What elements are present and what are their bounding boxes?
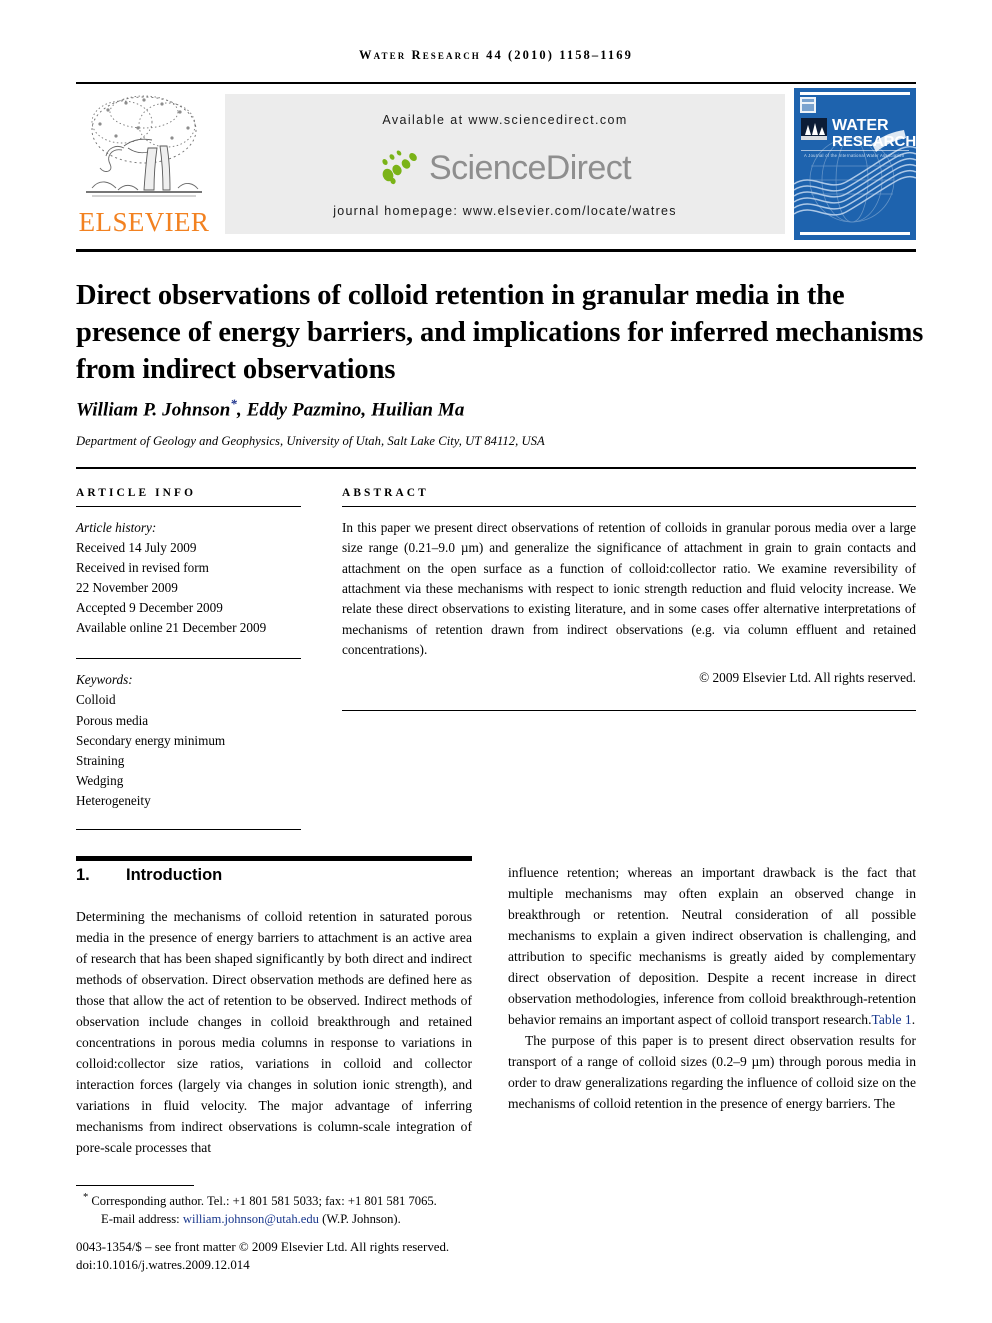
keyword-item: Wedging [76, 772, 124, 788]
journal-article-page: Water Research 44 (2010) 1158–1169 ELSEV… [0, 0, 992, 1323]
svg-text:A Journal of the International: A Journal of the International Water Ass… [804, 153, 905, 158]
section-heading-bar [76, 856, 472, 861]
header-rule [76, 82, 916, 84]
corresponding-author-note: * Corresponding author. Tel.: +1 801 581… [76, 1190, 506, 1210]
body-column-right: influence retention; whereas an importan… [508, 862, 916, 1114]
abstract-bottom-rule [342, 710, 916, 712]
sciencedirect-logo: ScienceDirect [225, 142, 785, 194]
section-title: Introduction [126, 866, 223, 884]
sciencedirect-wordmark: ScienceDirect [429, 149, 632, 187]
paragraph-text: influence retention; whereas an importan… [508, 865, 916, 1027]
abstract-heading: Abstract [342, 487, 429, 499]
article-history: Article history: Received 14 July 2009 R… [76, 518, 301, 638]
abstract-column: Abstract In this paper we present direct… [342, 487, 916, 712]
section-heading: 1. Introduction [76, 866, 476, 885]
sciencedirect-leaves-icon [382, 150, 417, 185]
keywords-block: Keywords: Colloid Porous media Secondary… [76, 658, 301, 810]
page-title: Direct observations of colloid retention… [76, 280, 924, 386]
affiliation: Department of Geology and Geophysics, Un… [76, 434, 545, 448]
svg-text:RESEARCH: RESEARCH [832, 133, 916, 150]
doi-line: doi:10.1016/j.watres.2009.12.014 [76, 1258, 250, 1273]
corresponding-author-marker: * [230, 396, 237, 411]
paragraph-text-tail: . [911, 1012, 916, 1027]
article-info-rule [76, 506, 301, 507]
author-others: , Eddy Pazmino, Huilian Ma [237, 399, 465, 421]
info-separator-rule [76, 467, 916, 469]
journal-homepage-text: journal homepage: www.elsevier.com/locat… [333, 204, 677, 218]
keywords-rule [76, 658, 301, 660]
keyword-item: Heterogeneity [76, 792, 151, 808]
svg-text:WATER: WATER [832, 117, 889, 134]
elsevier-logo: ELSEVIER [76, 90, 212, 238]
available-at-text: Available at www.sciencedirect.com [382, 113, 628, 127]
keyword-item: Secondary energy minimum [76, 732, 226, 748]
keywords-label: Keywords: [76, 672, 133, 688]
keyword-item: Porous media [76, 712, 149, 728]
elsevier-tree-icon [86, 95, 202, 197]
paragraph: Determining the mechanisms of colloid re… [76, 909, 472, 1155]
abstract-copyright: © 2009 Elsevier Ltd. All rights reserved… [699, 670, 916, 686]
article-history-label: Article history: [76, 520, 157, 535]
water-research-cover-art: WATER RESEARCH A Journal of the Internat… [794, 88, 916, 240]
history-item: Received in revised form [76, 560, 209, 576]
author-primary: William P. Johnson [76, 399, 231, 421]
abstract-text: In this paper we present direct observat… [342, 520, 916, 658]
body-column-left: Determining the mechanisms of colloid re… [76, 906, 472, 1158]
footnote-marker: * [83, 1192, 89, 1203]
paragraph: The purpose of this paper is to present … [508, 1033, 916, 1111]
running-head-text: Water Research 44 (2010) 1158–1169 [359, 48, 633, 62]
email-label: E-mail address: [101, 1212, 180, 1227]
masthead: ELSEVIER Available at www.sciencedirect.… [76, 88, 916, 240]
history-item: Accepted 9 December 2009 [76, 600, 223, 616]
abstract-rule [342, 506, 916, 507]
email-note: E-mail address: william.johnson@utah.edu… [76, 1210, 506, 1228]
title-rule [76, 249, 916, 252]
keyword-item: Colloid [76, 692, 116, 708]
imprint-block: 0043-1354/$ – see front matter © 2009 El… [76, 1238, 546, 1275]
corresponding-author-text: Corresponding author. Tel.: +1 801 581 5… [91, 1194, 437, 1209]
front-matter-line: 0043-1354/$ – see front matter © 2009 El… [76, 1240, 450, 1254]
author-list: William P. Johnson*, Eddy Pazmino, Huili… [76, 396, 916, 421]
history-item: Available online 21 December 2009 [76, 620, 267, 636]
table-1-link[interactable]: Table 1 [872, 1012, 912, 1027]
sciencedirect-panel: Available at www.sciencedirect.com Scien… [225, 94, 785, 234]
footnote-rule [76, 1185, 194, 1186]
history-item: Received 14 July 2009 [76, 540, 197, 556]
section-number: 1. [76, 866, 90, 884]
email-link[interactable]: william.johnson@utah.edu [183, 1212, 319, 1226]
elsevier-wordmark: ELSEVIER [78, 207, 210, 237]
email-owner: (W.P. Johnson). [322, 1212, 401, 1227]
journal-cover-thumbnail: WATER RESEARCH A Journal of the Internat… [794, 88, 916, 240]
running-head: Water Research 44 (2010) 1158–1169 [76, 48, 916, 63]
article-info-bottom-rule [76, 828, 301, 830]
article-info-column: Article info Article history: Received 1… [76, 487, 301, 830]
keyword-item: Straining [76, 752, 125, 768]
footnote-block: * Corresponding author. Tel.: +1 801 581… [76, 1190, 506, 1229]
article-info-heading: Article info [76, 487, 197, 499]
paragraph: influence retention; whereas an importan… [508, 862, 916, 1030]
history-item: 22 November 2009 [76, 580, 178, 596]
